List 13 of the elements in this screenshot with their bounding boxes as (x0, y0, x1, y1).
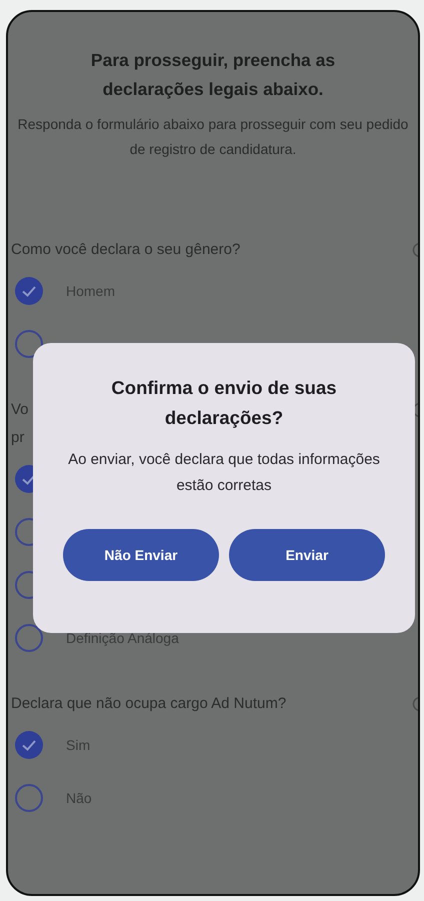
radio-button[interactable] (14, 782, 44, 812)
dialog-title: Confirma o envio de suas declarações? (110, 376, 338, 430)
checked-radio-button[interactable] (14, 276, 44, 306)
dialog-message: Ao enviar, você declara que todas informações estão corretas (67, 450, 381, 496)
page-title: Para prosseguir, preencha as declarações legais abaixo. (90, 49, 336, 101)
question-text: Como você declara o seu gênero? (11, 240, 240, 260)
radio-button[interactable] (14, 622, 44, 652)
cancel-button[interactable]: Não Enviar (63, 529, 219, 581)
question-text: Vo pr (11, 400, 30, 448)
send-button[interactable]: Enviar (229, 529, 385, 581)
checked-radio-button[interactable] (14, 730, 44, 760)
question-text: Declara que não ocupa cargo Ad Nutum? (11, 694, 286, 714)
page-subtitle: Responda o formulário abaixo para prosseguir com seu pedido de registro de candidatura. (16, 115, 410, 159)
